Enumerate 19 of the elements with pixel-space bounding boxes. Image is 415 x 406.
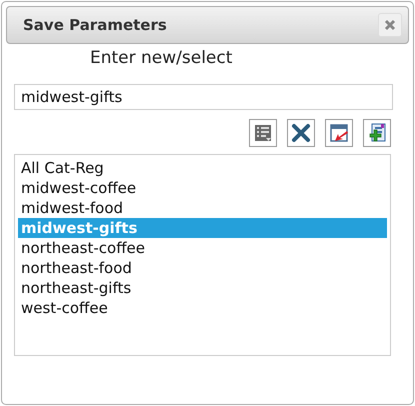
list-item[interactable]: All Cat-Reg xyxy=(18,158,387,178)
list-item[interactable]: northeast-coffee xyxy=(18,238,387,258)
name-field[interactable]: midwest-gifts xyxy=(14,84,393,110)
close-button[interactable] xyxy=(378,13,402,37)
list-item[interactable]: northeast-food xyxy=(18,258,387,278)
list-item[interactable]: midwest-food xyxy=(18,198,387,218)
toolbar-button[interactable] xyxy=(249,119,277,147)
cross-icon xyxy=(290,122,312,144)
toolbar-button[interactable] xyxy=(363,119,391,147)
prompt-label: Enter new/select xyxy=(90,48,232,68)
toolbar-button[interactable] xyxy=(325,119,353,147)
list-icon xyxy=(252,122,274,144)
close-icon xyxy=(384,19,396,31)
window-title: Save Parameters xyxy=(23,16,167,34)
list-item[interactable]: midwest-coffee xyxy=(18,178,387,198)
list-item[interactable]: west-coffee xyxy=(18,298,387,318)
toolbar-button[interactable] xyxy=(287,119,315,147)
list-box[interactable]: All Cat-Reg midwest-coffee midwest-food midwest-gifts northeast-coffee northeast-food northeast-gifts west-coffee xyxy=(14,154,391,356)
list-item[interactable]: northeast-gifts xyxy=(18,278,387,298)
